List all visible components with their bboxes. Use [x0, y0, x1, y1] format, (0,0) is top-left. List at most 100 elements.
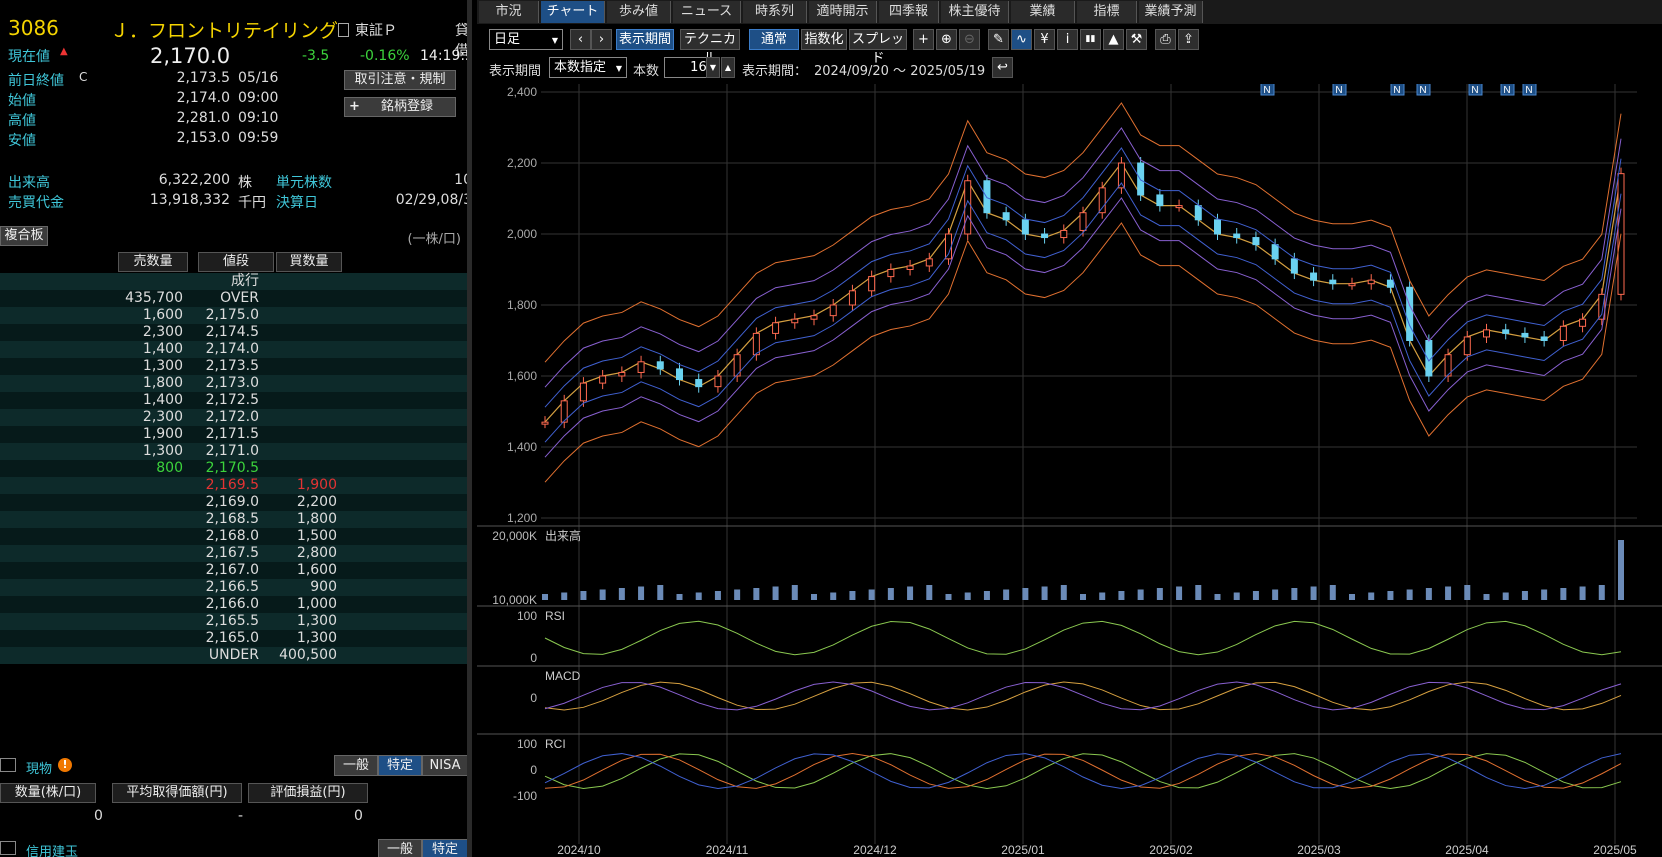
board-row[interactable]: 2,168.0 1,500	[0, 528, 467, 545]
turnover-label: 売買代金	[8, 195, 64, 211]
next-icon[interactable]: ›	[591, 29, 612, 50]
quote-panel: 3086 Ｊ．フロントリテイリング 東証Ｐ 貸借 現在値 ▲ 2,170.0 -…	[0, 0, 472, 857]
board-row[interactable]: 2,168.5 1,800	[0, 511, 467, 528]
candle-body	[1290, 258, 1298, 274]
news-marker-label: N	[1525, 85, 1532, 96]
board-row[interactable]: 1,300 2,171.0	[0, 443, 467, 460]
normal-button[interactable]: 通常	[749, 29, 799, 50]
board-row[interactable]: 2,166.5 900	[0, 579, 467, 596]
expand-icon[interactable]	[0, 758, 16, 772]
board-row[interactable]: 2,165.5 1,300	[0, 613, 467, 630]
candle-body	[618, 371, 626, 377]
volume-bar	[676, 594, 683, 600]
trend-icon[interactable]: ∿	[1011, 29, 1032, 50]
count-up-icon[interactable]: ▲	[721, 57, 735, 78]
yen-icon[interactable]: ¥	[1034, 29, 1055, 50]
board-row[interactable]: 2,169.5 1,900	[0, 477, 467, 494]
board-row[interactable]: 1,600 2,175.0	[0, 307, 467, 324]
volume-bar	[1156, 588, 1163, 600]
board-row[interactable]: 2,300 2,172.0	[0, 409, 467, 426]
chart-area[interactable]: 2,400 2,200 2,000 1,800 1,600 1,400 1,200 2024/…	[477, 81, 1662, 857]
board-buy: 900	[310, 579, 337, 595]
candle-body	[714, 375, 722, 388]
prev-close-value: 2,173.5	[176, 70, 230, 86]
print-icon[interactable]: ⎙	[1155, 29, 1176, 50]
spread-button[interactable]: スプレッド	[849, 29, 907, 66]
display-period-button[interactable]: 表示期間	[616, 29, 674, 50]
unit-note: (一株/口)	[407, 232, 461, 247]
board-row[interactable]: 1,400 2,174.0	[0, 341, 467, 358]
board-row[interactable]: UNDER 400,500	[0, 647, 467, 664]
board-row[interactable]: 800 2,170.5	[0, 460, 467, 477]
tab-8[interactable]: 業績	[1011, 1, 1075, 23]
board-row[interactable]: 1,300 2,173.5	[0, 358, 467, 375]
register-stock-button[interactable]: + 銘柄登録	[344, 97, 456, 117]
info-tabs: 市況 チャート 歩み値 ニュース 時系列 適時開示 四季報 株主優待 業績 指標 業績予測	[477, 0, 1662, 24]
price-chart[interactable]: 2,400 2,200 2,000 1,800 1,600 1,400 1,200 2024/…	[477, 81, 1662, 857]
tab-specific[interactable]: 特定	[378, 755, 422, 776]
board-row[interactable]: 2,300 2,174.5	[0, 324, 467, 341]
zoom-in-icon[interactable]: ⊕	[936, 29, 957, 50]
trade-caution-button[interactable]: 取引注意・規制	[344, 70, 456, 90]
reset-icon[interactable]: ↩	[992, 57, 1013, 78]
board-row[interactable]: 1,800 2,173.0	[0, 375, 467, 392]
x-tick-label: 2024/12	[853, 843, 897, 857]
board-row[interactable]: 435,700 OVER	[0, 290, 467, 307]
board-row[interactable]: 1,400 2,172.5	[0, 392, 467, 409]
export-icon[interactable]: ⇪	[1178, 29, 1199, 50]
candle-body	[1502, 329, 1510, 334]
margin-tab-general[interactable]: 一般	[378, 839, 422, 857]
position-header-pl: 評価損益(円)	[248, 783, 368, 803]
index-button[interactable]: 指数化	[801, 29, 847, 50]
price-tick-label: 2,000	[507, 227, 537, 241]
current-time: 14:19:2	[420, 48, 472, 64]
board-row[interactable]: 2,165.0 1,300	[0, 630, 467, 647]
tab-0[interactable]: 市況	[479, 1, 539, 23]
range-mode-select[interactable]: 本数指定 ▼	[549, 57, 627, 78]
volume-bar	[657, 585, 664, 600]
tab-2[interactable]: 歩み値	[607, 1, 671, 23]
candle-body	[1021, 219, 1029, 235]
tab-5[interactable]: 適時開示	[809, 1, 877, 23]
crosshair-icon[interactable]: +	[913, 29, 934, 50]
board-row[interactable]: 1,900 2,171.5	[0, 426, 467, 443]
tab-9[interactable]: 指標	[1077, 1, 1137, 23]
tab-nisa[interactable]: NISA	[422, 755, 467, 776]
tab-3[interactable]: ニュース	[673, 1, 741, 23]
warning-icon[interactable]: !	[58, 758, 72, 772]
position-label: 現物	[26, 762, 53, 777]
board-row[interactable]: 2,166.0 1,000	[0, 596, 467, 613]
tab-6[interactable]: 四季報	[879, 1, 939, 23]
candle-body	[1098, 187, 1106, 214]
board-tab[interactable]: 複合板	[0, 226, 48, 246]
board-row[interactable]: 2,169.0 2,200	[0, 494, 467, 511]
zoom-out-icon[interactable]: ⊖	[959, 29, 980, 50]
volume-profile-icon[interactable]: ▮▮	[1080, 29, 1101, 50]
board-row[interactable]: 2,167.5 2,800	[0, 545, 467, 562]
pencil-icon[interactable]: ✎	[988, 29, 1009, 50]
wrench-icon[interactable]: ⚒	[1126, 29, 1147, 50]
volume-bar	[868, 589, 875, 600]
count-down-icon[interactable]: ▼	[706, 57, 720, 78]
tab-1[interactable]: チャート	[541, 1, 605, 23]
board-row[interactable]: 2,167.0 1,600	[0, 562, 467, 579]
board-price: 2,170.5	[205, 460, 259, 476]
rci-panel-tick: 0	[530, 763, 537, 777]
volume-bar	[1387, 591, 1394, 600]
expand-icon[interactable]	[0, 841, 16, 855]
tab-general[interactable]: 一般	[334, 755, 378, 776]
area-chart-icon[interactable]: ▲	[1103, 29, 1124, 50]
price-tick-label: 1,600	[507, 369, 537, 383]
info-icon[interactable]: i	[1057, 29, 1078, 50]
price-tick-label: 1,200	[507, 511, 537, 525]
volume-bar	[714, 591, 721, 600]
volume-bar	[772, 586, 779, 600]
prev-icon[interactable]: ‹	[570, 29, 591, 50]
tab-10[interactable]: 業績予測	[1139, 1, 1203, 23]
board-row[interactable]: 成行	[0, 273, 467, 290]
tab-7[interactable]: 株主優待	[941, 1, 1009, 23]
tab-4[interactable]: 時系列	[743, 1, 807, 23]
margin-tab-specific[interactable]: 特定	[422, 839, 467, 857]
technical-button[interactable]: テクニカル	[680, 29, 740, 66]
period-select[interactable]: 日足 ▼	[489, 29, 563, 50]
